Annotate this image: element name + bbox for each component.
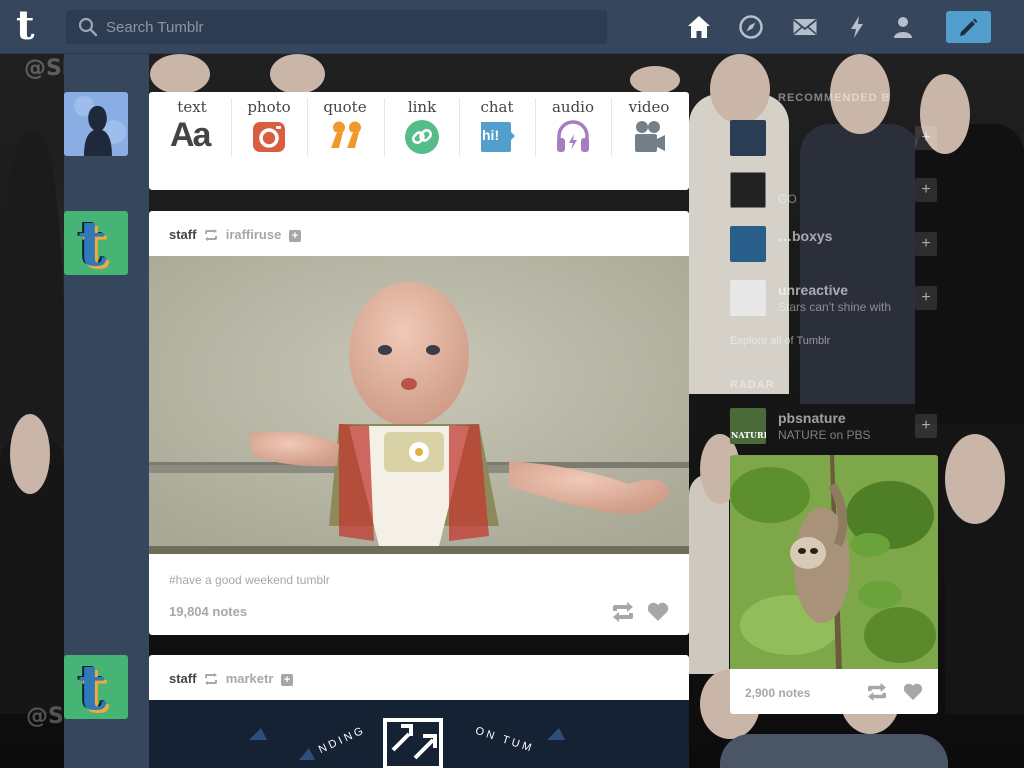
explore-compass-icon[interactable] xyxy=(738,14,764,40)
search-icon xyxy=(78,17,98,37)
post-type-text[interactable]: text Aa xyxy=(154,98,230,168)
post-type-chat[interactable]: chat hi! xyxy=(459,98,535,168)
blog-name: unreactive xyxy=(778,282,849,298)
link-chain-icon xyxy=(405,120,439,154)
follow-blog-button[interactable]: + xyxy=(915,286,937,310)
post-author-link[interactable]: staff xyxy=(169,671,196,686)
follow-plus-icon[interactable]: + xyxy=(288,230,301,242)
quote-marks-icon xyxy=(331,121,361,148)
blog-title: NATURE on PBS xyxy=(778,428,871,442)
blog-title: GO xyxy=(778,192,797,206)
dashboard-post: staff iraffiruse + #have a good weekend … xyxy=(149,211,689,635)
post-type-label: audio xyxy=(551,98,595,116)
home-icon[interactable] xyxy=(686,14,712,40)
blog-avatar xyxy=(730,226,766,262)
video-camera-icon xyxy=(635,121,665,152)
chat-hi-text: hi! xyxy=(482,127,500,143)
blog-avatar: NATURE xyxy=(730,408,766,444)
post-type-video[interactable]: video xyxy=(611,98,687,168)
post-type-selector: text Aa photo quote link chat hi! audio … xyxy=(149,92,689,190)
follow-blog-button[interactable]: + xyxy=(915,414,937,438)
post-type-quote[interactable]: quote xyxy=(307,98,383,168)
dashboard-post: staff marketr + NDING ON TUM xyxy=(149,655,689,768)
account-person-icon[interactable] xyxy=(890,14,916,40)
recommended-blog-item[interactable]: + xyxy=(730,114,938,166)
explore-tumblr-link[interactable]: Explore all of Tumblr xyxy=(730,335,830,347)
radar-post-photo[interactable] xyxy=(730,455,938,669)
follow-blog-button[interactable]: + xyxy=(915,232,937,256)
recommended-blog-item[interactable]: …boxys + xyxy=(730,220,938,272)
recommended-blog-item[interactable]: unreactive Stars can't shine with + xyxy=(730,274,938,326)
follow-plus-icon[interactable]: + xyxy=(281,674,294,686)
reblog-arrow-icon xyxy=(205,673,218,685)
like-heart-icon[interactable] xyxy=(647,602,669,622)
tumblr-logo[interactable]: t xyxy=(16,6,50,48)
inbox-mail-icon[interactable] xyxy=(792,14,818,40)
like-heart-icon[interactable] xyxy=(903,683,923,701)
blog-avatar xyxy=(730,172,766,208)
post-type-label: link xyxy=(407,98,437,116)
post-type-photo[interactable]: photo xyxy=(231,98,307,168)
radar-notes-count[interactable]: 2,900 notes xyxy=(745,686,810,700)
activity-lightning-icon[interactable] xyxy=(844,14,870,40)
blog-title: Stars can't shine with xyxy=(778,300,892,314)
post-type-audio[interactable]: audio xyxy=(535,98,611,168)
reblog-arrow-icon xyxy=(205,229,218,241)
text-aa-icon: Aa xyxy=(170,116,211,154)
post-header: staff iraffiruse + xyxy=(169,227,301,243)
blog-name: pbsnature xyxy=(778,410,846,426)
follow-blog-button[interactable]: + xyxy=(915,126,937,150)
post-author-link[interactable]: staff xyxy=(169,227,196,242)
post-banner-image[interactable]: NDING ON TUM xyxy=(149,700,689,768)
reblog-icon[interactable] xyxy=(866,683,888,701)
post-notes-count[interactable]: 19,804 notes xyxy=(169,604,247,619)
radar-post-card: 2,900 notes xyxy=(730,455,938,714)
recommended-blog-item[interactable]: GO + xyxy=(730,166,938,218)
post-type-label: video xyxy=(628,98,670,116)
radar-heading: RADAR xyxy=(730,379,775,391)
camera-icon xyxy=(253,122,285,152)
headphones-icon xyxy=(557,120,589,152)
post-photo[interactable] xyxy=(149,256,689,554)
post-type-label: text xyxy=(177,98,207,116)
recommended-blogs-heading: RECOMMENDED B xyxy=(778,92,891,104)
compose-button[interactable] xyxy=(946,11,991,43)
post-header: staff marketr + xyxy=(169,671,294,687)
search-box[interactable] xyxy=(66,10,607,44)
blog-avatar xyxy=(730,120,766,156)
baby-doll-photo xyxy=(149,256,689,554)
follow-blog-button[interactable]: + xyxy=(915,178,937,202)
top-navigation-bar: t xyxy=(0,0,1024,54)
staff-avatar[interactable]: t xyxy=(64,655,128,719)
user-avatar[interactable] xyxy=(64,92,128,156)
post-tags[interactable]: #have a good weekend tumblr xyxy=(169,573,330,587)
staff-avatar[interactable]: t xyxy=(64,211,128,275)
nature-logo-text: NATURE xyxy=(731,430,766,440)
post-type-label: quote xyxy=(323,98,367,116)
blog-avatar xyxy=(730,280,766,316)
post-type-link[interactable]: link xyxy=(384,98,460,168)
compose-pencil-icon xyxy=(960,18,978,36)
reblog-icon[interactable] xyxy=(611,602,635,622)
search-input[interactable] xyxy=(106,10,596,44)
post-type-label: chat xyxy=(480,98,514,116)
radar-blog-item[interactable]: NATURE pbsnature NATURE on PBS + xyxy=(730,402,938,454)
blog-name: …boxys xyxy=(778,228,833,244)
trending-arrows-graphic xyxy=(249,718,565,768)
user-silhouette-icon xyxy=(64,92,128,156)
sloth-photo xyxy=(730,455,938,669)
post-type-label: photo xyxy=(247,98,291,116)
reblogged-from-link[interactable]: iraffiruse xyxy=(226,227,282,242)
reblogged-from-link[interactable]: marketr xyxy=(226,671,274,686)
